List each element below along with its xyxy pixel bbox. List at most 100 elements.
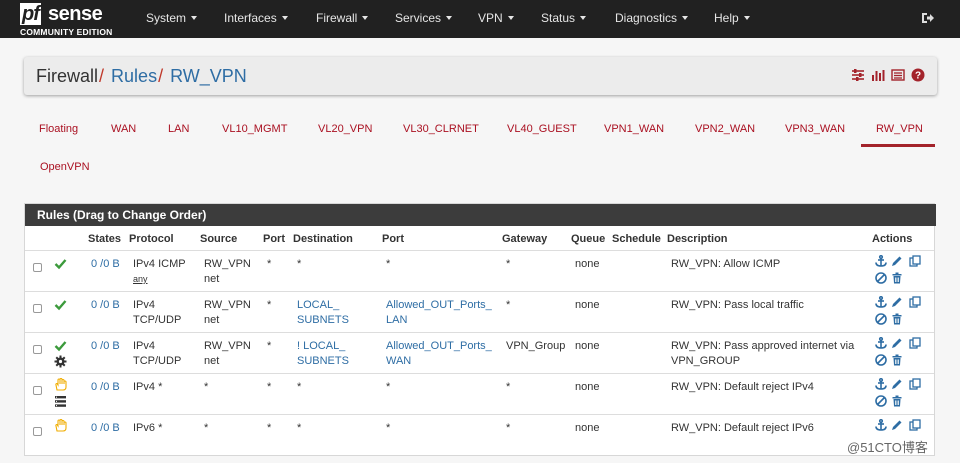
col-queue[interactable]: Queue [571,233,605,245]
rule-states[interactable]: 0 /0 B [91,421,120,436]
tab-vl20-vpn[interactable]: VL20_VPN [318,123,372,135]
rule-source-port: * [267,381,272,393]
sliders-icon[interactable] [851,68,865,82]
edit-pencil-icon[interactable] [891,337,903,349]
logout-icon[interactable] [921,11,935,25]
breadcrumb-current[interactable]: RW_VPN [170,66,247,86]
anchor-icon[interactable] [875,378,887,390]
reject-hand-icon[interactable] [54,419,67,432]
breadcrumb: Firewall/ Rules/ RW_VPN [36,66,247,87]
tab-vl40-guest[interactable]: VL40_GUEST [507,123,577,135]
rule-source: RW_VPN net [204,299,251,326]
pfsense-logo[interactable]: pf sense COMMUNITY EDITION [20,3,128,37]
breadcrumb-rules-link[interactable]: Rules [111,66,157,86]
pass-check-icon[interactable] [54,339,67,352]
chevron-down-icon [580,16,587,20]
disable-icon[interactable] [875,354,887,366]
menu-system[interactable]: System [146,11,198,25]
bar-chart-icon[interactable] [871,68,885,82]
col-source[interactable]: Source [200,233,237,245]
rule-states[interactable]: 0 /0 B [91,257,120,272]
rule-states[interactable]: 0 /0 B [91,339,120,354]
tab-rw-vpn[interactable]: RW_VPN [876,123,923,135]
chevron-down-icon [446,16,453,20]
tab-openvpn[interactable]: OpenVPN [40,161,90,173]
anchor-icon[interactable] [875,337,887,349]
row-select-checkbox[interactable] [33,263,42,272]
rule-protocol: IPv4 TCP/UDP [133,340,182,367]
anchor-icon[interactable] [875,419,887,431]
table-row[interactable]: 0 /0 B IPv4 ICMP any RW_VPN net * * * * no… [25,250,934,291]
anchor-icon[interactable] [875,296,887,308]
col-destination[interactable]: Destination [293,233,353,245]
rule-source-port: * [267,299,272,311]
copy-icon[interactable] [909,255,921,267]
row-select-checkbox[interactable] [33,427,42,436]
rule-destination-port-alias-link[interactable]: Allowed_OUT_Ports_ WAN [386,339,492,369]
copy-icon[interactable] [909,296,921,308]
col-source-port[interactable]: Port [263,233,285,245]
help-icon[interactable]: ? [911,68,925,82]
disable-icon[interactable] [875,395,887,407]
tab-lan[interactable]: LAN [168,123,189,135]
rule-destination-alias-link[interactable]: ! LOCAL_ SUBNETS [297,339,349,369]
rule-queue: none [575,381,600,393]
edit-pencil-icon[interactable] [891,419,903,431]
breadcrumb-separator: / [99,66,105,86]
copy-icon[interactable] [909,378,921,390]
trash-icon[interactable] [891,313,903,325]
rule-gateway: VPN_Group [506,340,566,352]
rule-states[interactable]: 0 /0 B [91,298,120,313]
rule-destination-port-alias-link[interactable]: Allowed_OUT_Ports_ LAN [386,298,492,328]
menu-status[interactable]: Status [541,11,587,25]
chevron-down-icon [682,16,689,20]
col-protocol[interactable]: Protocol [129,233,174,245]
row-select-checkbox[interactable] [33,304,42,313]
trash-icon[interactable] [891,354,903,366]
tab-vpn1-wan[interactable]: VPN1_WAN [604,123,664,135]
col-destination-port[interactable]: Port [382,233,404,245]
tab-vl10-mgmt[interactable]: VL10_MGMT [222,123,287,135]
trash-icon[interactable] [891,272,903,284]
copy-icon[interactable] [909,337,921,349]
reject-hand-icon[interactable] [54,378,67,391]
tab-floating[interactable]: Floating [39,123,78,135]
pass-check-icon[interactable] [54,298,67,311]
col-schedule[interactable]: Schedule [612,233,661,245]
table-row[interactable]: 0 /0 B IPv4 * * * * * * none RW_VPN: Def… [25,373,934,414]
rule-destination-alias-link[interactable]: LOCAL_ SUBNETS [297,298,349,328]
col-gateway[interactable]: Gateway [502,233,547,245]
menu-interfaces[interactable]: Interfaces [224,11,288,25]
menu-services[interactable]: Services [395,11,453,25]
table-row[interactable]: 0 /0 B IPv6 * * * * * * none RW_VPN: Def… [25,414,934,455]
logo-edition: COMMUNITY EDITION [20,27,113,37]
tab-wan[interactable]: WAN [111,123,136,135]
menu-diagnostics[interactable]: Diagnostics [615,11,689,25]
table-row[interactable]: 0 /0 B IPv4 TCP/UDP RW_VPN net * ! LOCAL_ S… [25,332,934,373]
rule-states[interactable]: 0 /0 B [91,380,120,395]
disable-icon[interactable] [875,313,887,325]
table-row[interactable]: 0 /0 B IPv4 TCP/UDP RW_VPN net * LOCAL_ SUB… [25,291,934,332]
rule-protocol: IPv6 * [133,422,163,434]
tab-vl30-clrnet[interactable]: VL30_CLRNET [403,123,479,135]
pass-check-icon[interactable] [54,257,67,270]
protocol-icmp-type-link[interactable]: any [133,272,186,287]
edit-pencil-icon[interactable] [891,255,903,267]
row-select-checkbox[interactable] [33,345,42,354]
copy-icon[interactable] [909,419,921,431]
menu-vpn[interactable]: VPN [478,11,514,25]
anchor-icon[interactable] [875,255,887,267]
edit-pencil-icon[interactable] [891,296,903,308]
tab-vpn3-wan[interactable]: VPN3_WAN [785,123,845,135]
log-list-icon[interactable] [891,68,905,82]
col-states[interactable]: States [88,233,121,245]
logo-sense: sense [48,3,103,25]
menu-help[interactable]: Help [714,11,750,25]
tab-vpn2-wan[interactable]: VPN2_WAN [695,123,755,135]
disable-icon[interactable] [875,272,887,284]
col-description[interactable]: Description [667,233,728,245]
row-select-checkbox[interactable] [33,386,42,395]
edit-pencil-icon[interactable] [891,378,903,390]
trash-icon[interactable] [891,395,903,407]
menu-firewall[interactable]: Firewall [316,11,369,25]
